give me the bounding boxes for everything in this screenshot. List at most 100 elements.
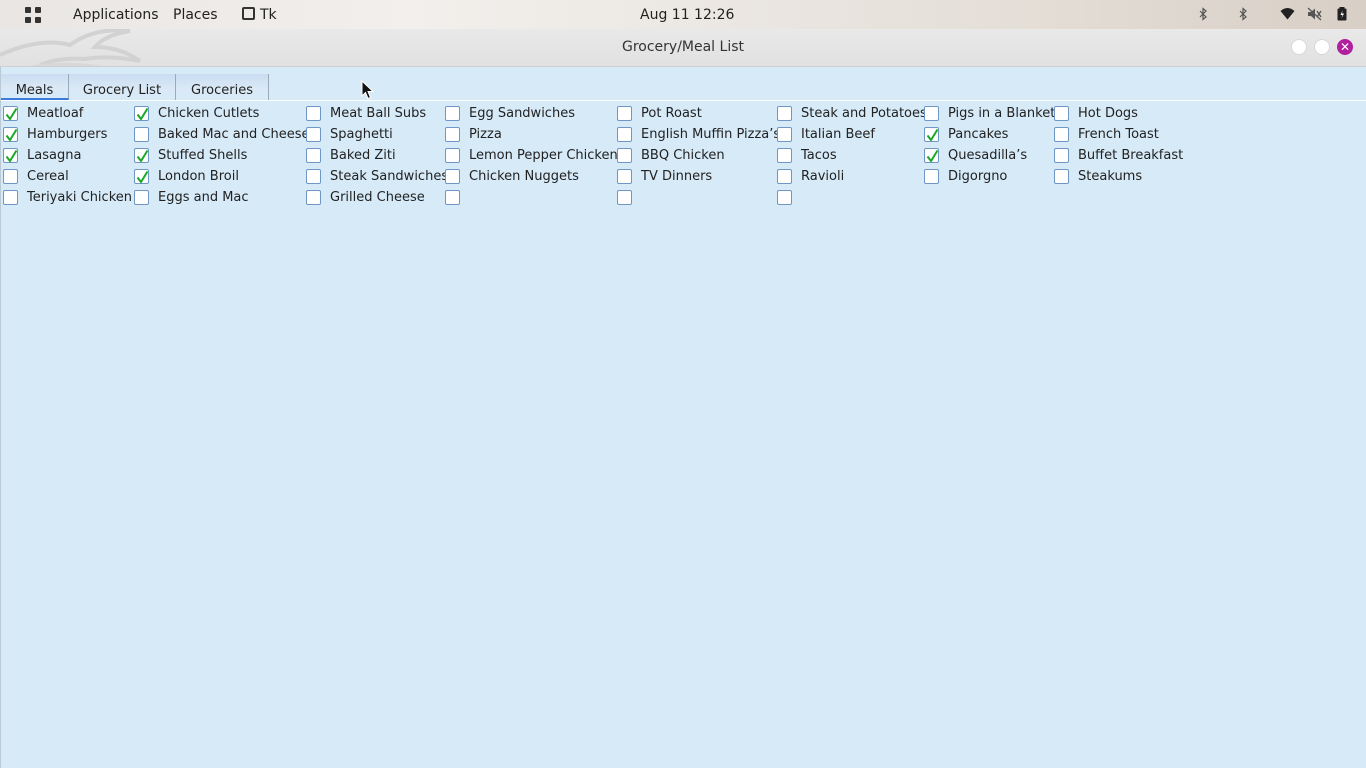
meal-label: Digorgno [948,169,1008,184]
meal-label: Steak Sandwiches [330,169,449,184]
checkmark-icon [136,107,149,121]
active-app-menu[interactable]: Tk [242,0,277,29]
close-icon: ✕ [1339,40,1351,54]
meal-checkbox[interactable] [1054,106,1069,121]
meal-label: Meatloaf [27,106,84,121]
meal-label: Baked Mac and Cheese [158,127,310,142]
meal-label: Hamburgers [27,127,108,142]
tab-meals[interactable]: Meals [1,74,69,100]
meal-label: Chicken Nuggets [469,169,579,184]
checkmark-icon [136,170,149,184]
meal-checkbox[interactable] [134,190,149,205]
meal-checkbox[interactable] [617,148,632,163]
meal-label: Pot Roast [641,106,702,121]
volume-muted-icon[interactable] [1307,7,1322,21]
wifi-icon[interactable] [1280,7,1295,21]
meal-checkbox[interactable] [777,127,792,142]
places-menu[interactable]: Places [173,0,218,29]
checkmark-icon [926,149,939,163]
meal-checkbox[interactable] [445,169,460,184]
meal-label: English Muffin Pizza’s [641,127,781,142]
meal-checkbox[interactable] [617,106,632,121]
meal-label: Italian Beef [801,127,875,142]
meal-checkbox[interactable] [1054,127,1069,142]
meal-checkbox[interactable] [617,127,632,142]
meal-checkbox[interactable] [924,106,939,121]
meal-checkbox[interactable] [924,148,939,163]
meal-checkbox[interactable] [306,169,321,184]
applications-menu[interactable]: Applications [73,0,159,29]
meal-checkbox[interactable] [306,127,321,142]
minimize-button[interactable] [1291,39,1307,55]
meal-label: London Broil [158,169,239,184]
active-app-label: Tk [260,7,277,23]
meal-checkbox[interactable] [777,169,792,184]
meal-label: TV Dinners [641,169,713,184]
meal-label: Lasagna [27,148,82,163]
meal-label: Meat Ball Subs [330,106,427,121]
meal-checkbox[interactable] [617,190,632,205]
meal-checkbox[interactable] [777,190,792,205]
meal-label: Buffet Breakfast [1078,148,1184,163]
meal-checkbox[interactable] [306,148,321,163]
meal-checkbox[interactable] [924,127,939,142]
meal-checkbox[interactable] [134,106,149,121]
meal-label: Stuffed Shells [158,148,248,163]
checkmark-icon [5,107,18,121]
meal-label: Egg Sandwiches [469,106,575,121]
meal-checkbox[interactable] [3,169,18,184]
checkmark-icon [136,149,149,163]
tab-separator [1,100,1366,101]
meal-label: French Toast [1078,127,1159,142]
tab-bar: Meals Grocery List Groceries [1,71,1366,101]
meal-label: Chicken Cutlets [158,106,260,121]
window-title: Grocery/Meal List [621,39,744,55]
meal-label: Eggs and Mac [158,190,249,205]
meal-label: Steak and Potatoes [801,106,927,121]
meal-checkbox[interactable] [3,148,18,163]
meal-label: Teriyaki Chicken [27,190,132,205]
checkmark-icon [5,128,18,142]
maximize-button[interactable] [1314,39,1330,55]
meal-checkbox[interactable] [445,190,460,205]
checkmark-icon [5,149,18,163]
meal-checkbox[interactable] [777,148,792,163]
tab-groceries[interactable]: Groceries [176,74,269,100]
meal-checkbox[interactable] [617,169,632,184]
meal-label: Lemon Pepper Chicken [469,148,618,163]
meal-checkbox[interactable] [445,106,460,121]
meal-label: Cereal [27,169,69,184]
meal-checkbox[interactable] [3,106,18,121]
meal-checkbox[interactable] [1054,148,1069,163]
mouse-pointer-icon [361,80,375,100]
tab-grocery-list[interactable]: Grocery List [69,74,176,100]
clock[interactable]: Aug 11 12:26 [640,0,734,29]
meal-label: Pancakes [948,127,1009,142]
meal-checkbox[interactable] [1054,169,1069,184]
meal-checkbox[interactable] [306,190,321,205]
window-titlebar[interactable]: Grocery/Meal List ✕ [0,29,1366,67]
meal-label: Pigs in a Blanket [948,106,1056,121]
app-content: Meals Grocery List Groceries Meatloaf Ham… [0,67,1366,768]
meal-label: Tacos [801,148,837,163]
battery-icon[interactable] [1335,7,1349,21]
meal-checkbox[interactable] [777,106,792,121]
meal-checkbox[interactable] [3,190,18,205]
bluetooth-icon[interactable] [1196,7,1210,21]
meal-checkbox[interactable] [134,148,149,163]
app-grid-icon[interactable] [25,7,41,23]
meal-label: Ravioli [801,169,845,184]
meal-checkbox[interactable] [924,169,939,184]
meal-checkbox[interactable] [445,127,460,142]
close-button[interactable]: ✕ [1337,39,1353,55]
bluetooth-icon[interactable] [1236,7,1250,21]
meal-checkbox[interactable] [445,148,460,163]
meal-label: Pizza [469,127,502,142]
meal-label: Grilled Cheese [330,190,425,205]
meal-checkbox[interactable] [306,106,321,121]
meal-label: Steakums [1078,169,1143,184]
meal-checkbox[interactable] [3,127,18,142]
top-panel: Applications Places Tk Aug 11 12:26 [0,0,1366,29]
meal-checkbox[interactable] [134,169,149,184]
meal-checkbox[interactable] [134,127,149,142]
